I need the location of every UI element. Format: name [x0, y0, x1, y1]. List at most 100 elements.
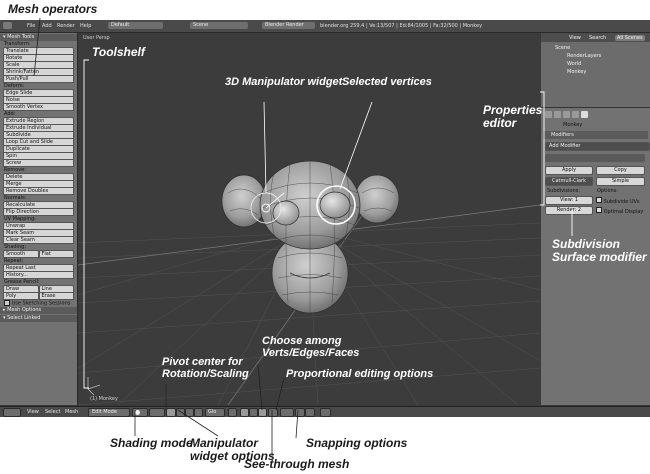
- layer-button[interactable]: [228, 408, 237, 417]
- scene-selector[interactable]: Scene: [190, 22, 248, 29]
- menu-view[interactable]: View: [27, 409, 39, 415]
- toolshelf-button-extrude-individual[interactable]: Extrude Individual: [3, 125, 74, 132]
- smooth-button[interactable]: Smooth: [3, 250, 39, 258]
- render-preview-button[interactable]: [320, 408, 331, 417]
- menu-add[interactable]: Add: [42, 23, 52, 29]
- outliner-tab-view[interactable]: View: [569, 35, 581, 41]
- toolshelf-button-translate[interactable]: Translate: [3, 47, 74, 55]
- toolshelf-button-smooth-vertex[interactable]: Smooth Vertex: [3, 104, 74, 111]
- manipulator-translate-button[interactable]: [176, 408, 185, 417]
- flat-button[interactable]: Flat: [38, 250, 74, 258]
- face-select-button[interactable]: [258, 408, 267, 417]
- sketching-label: Use Sketching Sessions: [11, 300, 71, 307]
- line-button[interactable]: Line: [38, 285, 74, 293]
- toolshelf-button-push-pull[interactable]: Push/Pull: [3, 76, 74, 83]
- proportional-editing-button[interactable]: [280, 408, 294, 417]
- toolshelf-button-subdivide[interactable]: Subdivide: [3, 132, 74, 139]
- manipulator-toggle-button[interactable]: [166, 408, 176, 417]
- toolshelf-button-duplicate[interactable]: Duplicate: [3, 146, 74, 153]
- toolshelf-button-extrude-region[interactable]: Extrude Region: [3, 117, 74, 125]
- toolshelf-button-rotate[interactable]: Rotate: [3, 55, 74, 62]
- history-button[interactable]: History...: [3, 272, 74, 279]
- menu-help[interactable]: Help: [80, 23, 91, 29]
- mesh-tools-header[interactable]: ▾ Mesh Tools: [0, 34, 77, 41]
- repeat-last-button[interactable]: Repeat Last: [3, 264, 74, 272]
- object-tab-icon[interactable]: [572, 111, 579, 118]
- pivot-center-button[interactable]: [149, 408, 165, 417]
- see-through-button[interactable]: [268, 408, 278, 417]
- toolshelf-button-edge-slide[interactable]: Edge Slide: [3, 89, 74, 97]
- callout-toolshelf: Toolshelf: [92, 45, 145, 59]
- layout-selector[interactable]: Default: [108, 22, 163, 29]
- modifiers-header[interactable]: Modifiers: [543, 131, 648, 139]
- subdivide-uvs-option[interactable]: Subdivide UVs: [596, 197, 640, 205]
- toolshelf-button-flip-direction[interactable]: Flip Direction: [3, 209, 74, 216]
- modifier-icons-row[interactable]: [545, 154, 645, 162]
- catmull-clark-button[interactable]: Catmull-Clark: [545, 177, 593, 186]
- toolshelf-button-mark-seam[interactable]: Mark Seam: [3, 230, 74, 237]
- render-engine-selector[interactable]: Blender Render: [262, 22, 315, 29]
- sketching-checkbox-icon[interactable]: [4, 300, 10, 306]
- callout-selected-vertices: Selected vertices: [342, 76, 432, 88]
- view-levels-field[interactable]: View: 1: [545, 196, 593, 205]
- outliner-item-renderlayers[interactable]: RenderLayers: [567, 53, 601, 59]
- draw-button[interactable]: Draw: [3, 285, 39, 293]
- outliner-tab-all-scenes[interactable]: All Scenes: [615, 35, 645, 41]
- manipulator-rotate-button[interactable]: [185, 408, 194, 417]
- toolshelf-button-noise[interactable]: Noise: [3, 97, 74, 104]
- menu-render[interactable]: Render: [57, 23, 75, 29]
- subdivide-uvs-label: Subdivide UVs: [603, 199, 640, 205]
- outliner-item-scene[interactable]: Scene: [555, 45, 570, 51]
- edge-select-button[interactable]: [249, 408, 258, 417]
- toolshelf-button-recalculate[interactable]: Recalculate: [3, 201, 74, 209]
- monkey-mesh: [221, 160, 400, 314]
- outliner-item-monkey[interactable]: Monkey: [567, 69, 586, 75]
- select-linked-header[interactable]: ▾ Select Linked: [0, 315, 77, 322]
- toolshelf-button-delete[interactable]: Delete: [3, 173, 74, 181]
- apply-button[interactable]: Apply: [545, 166, 593, 175]
- toolshelf-button-scale[interactable]: Scale: [3, 62, 74, 69]
- options-label: Options:: [597, 188, 618, 194]
- add-modifier-dropdown[interactable]: Add Modifier: [545, 142, 650, 151]
- toolshelf-button-spin[interactable]: Spin: [3, 153, 74, 160]
- mode-selector[interactable]: Edit Mode: [88, 408, 130, 417]
- manipulator-scale-button[interactable]: [194, 408, 203, 417]
- copy-button[interactable]: Copy: [596, 166, 645, 175]
- render-tab-icon[interactable]: [545, 111, 552, 118]
- toolshelf-button-remove-doubles[interactable]: Remove Doubles: [3, 188, 74, 195]
- optimal-display-option[interactable]: Optimal Display: [596, 207, 643, 215]
- editor-type-button[interactable]: [3, 408, 21, 417]
- editor-type-icon[interactable]: [3, 22, 12, 29]
- mesh-options-header[interactable]: ▸ Mesh Options: [0, 307, 77, 314]
- modifiers-title: Modifiers: [551, 132, 574, 138]
- menu-file[interactable]: File: [27, 23, 35, 29]
- snapping-toggle-button[interactable]: [295, 408, 305, 417]
- toolshelf-button-loop-cut-and-slide[interactable]: Loop Cut and Slide: [3, 139, 74, 146]
- snapping-element-button[interactable]: [305, 408, 315, 417]
- toolshelf-button-unwrap[interactable]: Unwrap: [3, 222, 74, 230]
- menu-mesh[interactable]: Mesh: [65, 409, 78, 415]
- properties-area: View Search All Scenes Scene RenderLayer…: [541, 33, 650, 405]
- simple-button[interactable]: Simple: [596, 177, 645, 186]
- scene-tab-icon[interactable]: [554, 111, 561, 118]
- optimal-display-checkbox-icon[interactable]: [596, 207, 602, 213]
- select-linked-label: Select Linked: [7, 315, 41, 321]
- shading-mode-button[interactable]: [132, 408, 148, 417]
- toolshelf-button-screw[interactable]: Screw: [3, 160, 74, 167]
- vertex-select-button[interactable]: [240, 408, 249, 417]
- toolshelf-button-shrink-fatten[interactable]: Shrink/Fatten: [3, 69, 74, 76]
- render-levels-field[interactable]: Render: 2: [545, 206, 593, 215]
- menu-select[interactable]: Select: [45, 409, 60, 415]
- modifier-tab-icon[interactable]: [581, 111, 588, 118]
- outliner-item-world[interactable]: World: [567, 61, 581, 67]
- properties-tab-row[interactable]: [545, 111, 645, 119]
- toolshelf-button-clear-seam[interactable]: Clear Seam: [3, 237, 74, 244]
- sketching-checkbox-row[interactable]: Use Sketching Sessions: [0, 300, 77, 307]
- transform-orientation-selector[interactable]: Glo: [205, 408, 225, 417]
- erase-button[interactable]: Erase: [38, 293, 74, 300]
- poly-button[interactable]: Poly: [3, 293, 39, 300]
- subdivide-uvs-checkbox-icon[interactable]: [596, 197, 602, 203]
- world-tab-icon[interactable]: [563, 111, 570, 118]
- outliner-tab-search[interactable]: Search: [589, 35, 606, 41]
- toolshelf-button-merge[interactable]: Merge: [3, 181, 74, 188]
